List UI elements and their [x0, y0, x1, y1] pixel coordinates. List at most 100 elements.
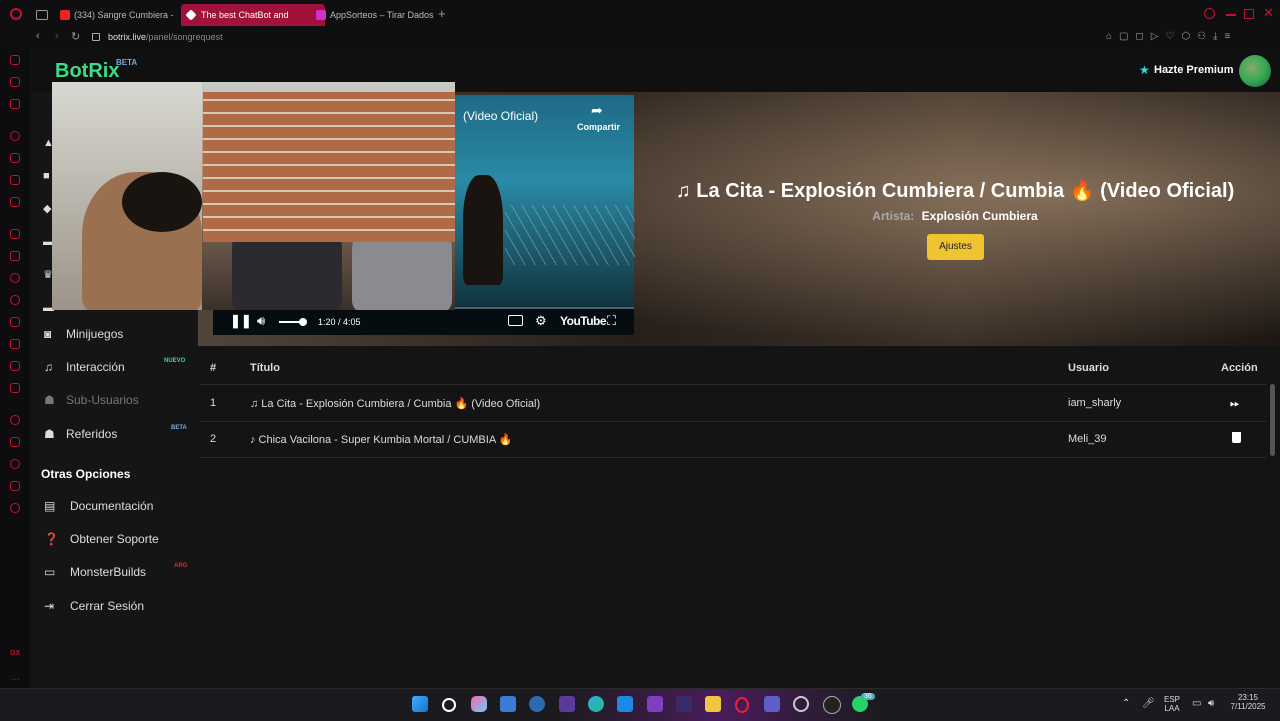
app-icon[interactable]	[529, 696, 545, 712]
settings-icon[interactable]	[10, 503, 20, 513]
video-figure	[463, 175, 503, 285]
minimize-button[interactable]	[1226, 14, 1236, 16]
vscode-icon[interactable]	[617, 696, 633, 712]
reload-icon[interactable]: ↻	[71, 30, 80, 43]
language-indicator[interactable]: ESP LAA	[1162, 695, 1182, 713]
send-icon[interactable]	[10, 437, 20, 447]
home-icon[interactable]	[10, 55, 20, 65]
x-icon[interactable]	[10, 383, 20, 393]
fullscreen-icon[interactable]: ⛶	[607, 313, 616, 329]
app-icon[interactable]	[559, 696, 575, 712]
arg-badge: ARG	[174, 563, 188, 569]
player-icon[interactable]	[10, 415, 20, 425]
tab-youtube[interactable]: (334) Sangre Cumbiera -	[54, 4, 196, 26]
app-icon[interactable]	[793, 696, 809, 712]
more-icon[interactable]: …	[10, 672, 20, 683]
tab-botrix[interactable]: The best ChatBot and	[181, 4, 325, 26]
botrix-tab-icon	[185, 9, 197, 21]
sidebar-app-icon[interactable]	[10, 229, 20, 239]
volume-knob[interactable]	[299, 318, 307, 326]
col-title: Título	[250, 362, 280, 374]
row-num: 1	[210, 397, 217, 409]
sidebar-app-icon[interactable]	[10, 175, 20, 185]
sidebar-app-icon[interactable]	[10, 153, 20, 163]
artist-name: Explosión Cumbiera	[921, 209, 1038, 223]
opera-logo-icon[interactable]	[10, 8, 22, 20]
webcam-person	[122, 172, 202, 232]
file-explorer-icon[interactable]	[705, 696, 721, 712]
skip-icon[interactable]: ⏩︎	[1230, 396, 1240, 411]
avatar[interactable]	[1239, 55, 1271, 87]
browser-tab-bar: (334) Sangre Cumbiera - The best ChatBot…	[0, 0, 1280, 29]
book-icon: ▤	[44, 499, 56, 513]
copilot-icon[interactable]	[471, 696, 487, 712]
clock[interactable]: 23:15 7/11/2025	[1226, 693, 1270, 711]
new-tab-button[interactable]: +	[438, 6, 446, 21]
app-icon[interactable]	[823, 696, 841, 714]
gamepad-icon: ◙	[44, 327, 52, 341]
appsorteos-icon	[316, 10, 326, 20]
messenger-icon[interactable]	[10, 273, 20, 283]
gx-icon[interactable]: GX	[10, 650, 20, 660]
share-icon[interactable]: ➦	[591, 102, 603, 119]
share-label[interactable]: Compartir	[577, 122, 620, 132]
volume-icon[interactable]: 🔊︎	[257, 313, 265, 329]
teams-icon[interactable]	[764, 696, 780, 712]
pause-icon[interactable]: ❚❚	[230, 313, 252, 329]
search-tabs-icon[interactable]	[1204, 8, 1215, 19]
search-icon[interactable]	[442, 698, 456, 712]
back-icon[interactable]: ‹	[36, 30, 40, 42]
now-playing-title: ♫ La Cita - Explosión Cumbiera / Cumbia …	[675, 180, 1235, 202]
sidebar-app-icon[interactable]	[10, 197, 20, 207]
close-button[interactable]: ✕	[1263, 5, 1274, 21]
network-icon[interactable]: ▭	[1192, 698, 1201, 709]
app-icon[interactable]	[676, 696, 692, 712]
col-action: Acción	[1221, 362, 1258, 374]
microphone-icon[interactable]: 🎤︎	[1142, 698, 1155, 709]
volume-tray-icon[interactable]: 🔊︎	[1208, 698, 1214, 709]
tiktok-icon[interactable]	[10, 361, 20, 371]
video-title[interactable]: (Video Oficial)	[463, 109, 538, 123]
webcam-brick-wall	[203, 92, 455, 242]
telegram-icon[interactable]	[10, 317, 20, 327]
beta-badge: BETA	[171, 425, 187, 431]
music-icon: ♫	[44, 360, 53, 374]
windows-start-icon[interactable]	[412, 696, 428, 712]
video-fence	[505, 205, 635, 265]
time-display: 1:20 / 4:05	[318, 317, 361, 327]
sidebar-app-icon[interactable]	[10, 131, 20, 141]
forward-icon[interactable]: ›	[55, 30, 59, 42]
maximize-button[interactable]	[1244, 9, 1254, 19]
col-num: #	[210, 362, 217, 374]
whatsapp-icon[interactable]	[10, 295, 20, 305]
extensions-icon[interactable]	[10, 481, 20, 491]
trash-icon[interactable]	[1232, 432, 1241, 443]
url-field[interactable]: botrix.live/panel/songrequest	[108, 30, 223, 44]
new-badge: NUEVO	[164, 358, 186, 364]
tab-appsorteos[interactable]: AppSorteos – Tirar Dados	[310, 4, 454, 26]
store-icon[interactable]	[500, 696, 516, 712]
tray-chevron-icon[interactable]: ⌃	[1122, 698, 1130, 709]
browser-toolbar-icons[interactable]: ⌂▢◻▷♡⬡⚇⤓≡	[1106, 31, 1237, 42]
opera-gx-icon[interactable]	[735, 697, 749, 713]
subtitles-icon[interactable]	[508, 315, 523, 326]
settings-gear-icon[interactable]: ⚙	[535, 313, 547, 329]
history-icon[interactable]	[10, 459, 20, 469]
youtube-logo[interactable]: YouTube	[560, 314, 607, 328]
botrix-logo[interactable]: BotRix	[55, 60, 119, 83]
workspaces-icon[interactable]	[36, 10, 48, 20]
twitch-icon[interactable]	[10, 251, 20, 261]
sidebar-app-icon[interactable]	[10, 99, 20, 109]
settings-button[interactable]: Ajustes	[927, 234, 984, 260]
row-user: Meli_39	[1068, 433, 1107, 445]
edge-icon[interactable]	[588, 696, 604, 712]
visual-studio-icon[interactable]	[647, 696, 663, 712]
sidebar-app-icon[interactable]	[10, 77, 20, 87]
artist-row: Artista: Explosión Cumbiera	[640, 209, 1270, 223]
premium-link[interactable]: Hazte Premium	[1154, 64, 1233, 76]
laptop-icon: ▭	[44, 565, 56, 579]
opera-sidebar: GX …	[0, 48, 31, 688]
instagram-icon[interactable]	[10, 339, 20, 349]
scrollbar[interactable]	[1270, 384, 1275, 456]
col-user: Usuario	[1068, 362, 1109, 374]
